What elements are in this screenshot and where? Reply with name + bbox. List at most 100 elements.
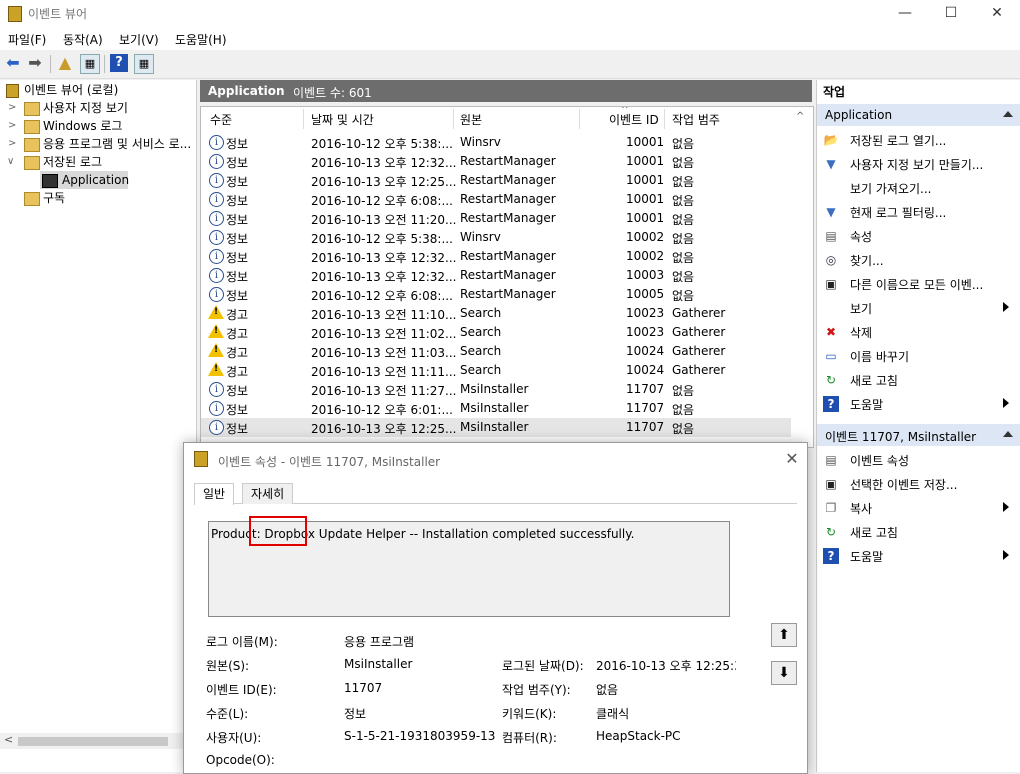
event-row[interactable]: ! 경고 2016-10-13 오전 11:02... Search 10023 Gath… <box>201 323 791 342</box>
category-cell: 없음 <box>672 232 695 246</box>
event-list-vertical-scrollbar[interactable]: ^ <box>791 107 811 447</box>
collapse-icon[interactable] <box>1003 431 1013 437</box>
action-item[interactable]: ◎ 찾기... <box>817 248 1020 272</box>
up-folder-icon[interactable]: ▲ <box>56 54 74 72</box>
event-row[interactable]: i 정보 2016-10-12 오후 6:08:... RestartManager 1… <box>201 190 791 209</box>
action-item[interactable]: 보기 가져오기... <box>817 176 1020 200</box>
minimize-button[interactable]: — <box>882 0 928 26</box>
event-row[interactable]: i 정보 2016-10-13 오후 12:32... RestartManager 1… <box>201 152 791 171</box>
tab-general[interactable]: 일반 <box>194 483 235 505</box>
action-label: 찾기... <box>850 254 884 268</box>
column-separator[interactable] <box>664 109 665 129</box>
event-row[interactable]: i 정보 2016-10-13 오후 12:32... RestartManager 1… <box>201 247 791 266</box>
event-row[interactable]: i 정보 2016-10-13 오후 12:25... RestartManager 1… <box>201 171 791 190</box>
forward-arrow-icon[interactable]: ➡ <box>26 54 44 72</box>
tree-item-event-viewer-local[interactable]: 이벤트 뷰어 (로컬) <box>0 81 196 99</box>
category-cell: 없음 <box>672 194 695 208</box>
action-item[interactable]: ▼ 현재 로그 필터링... <box>817 200 1020 224</box>
scroll-left-icon[interactable]: < <box>4 733 13 746</box>
back-arrow-icon[interactable]: ⬅ <box>4 54 22 72</box>
logged-label: 로그된 날짜(D): <box>502 659 584 673</box>
event-row[interactable]: i 정보 2016-10-13 오전 11:20... RestartManager 1… <box>201 209 791 228</box>
action-item[interactable]: ▤ 속성 <box>817 224 1020 248</box>
action-item[interactable]: ✖ 삭제 <box>817 320 1020 344</box>
action-item[interactable]: 보기 <box>817 296 1020 320</box>
chevron-right-icon[interactable]: > <box>8 117 18 135</box>
column-header-date[interactable]: 날짜 및 시간 <box>311 109 374 131</box>
column-header-level[interactable]: 수준 <box>210 109 232 131</box>
column-header-source[interactable]: 원본 <box>460 109 482 131</box>
action-label: 이벤트 속성 <box>850 454 910 468</box>
action-item[interactable]: ▼ 사용자 지정 보기 만들기... <box>817 152 1020 176</box>
event-row[interactable]: i 정보 2016-10-12 오후 6:08:... RestartManager 1… <box>201 285 791 304</box>
event-row[interactable]: ! 경고 2016-10-13 오전 11:03... Search 10024 Gath… <box>201 342 791 361</box>
tree-item-apps-services-logs[interactable]: > 응용 프로그램 및 서비스 로... <box>0 135 196 153</box>
tab-details[interactable]: 자세히 <box>242 483 294 504</box>
column-separator[interactable] <box>579 109 580 129</box>
actions-section-header[interactable]: Application <box>817 104 1020 126</box>
next-event-button[interactable]: ⬇ <box>771 661 797 685</box>
tree-item-application[interactable]: Application <box>40 171 129 189</box>
help-icon[interactable]: ? <box>110 54 128 72</box>
action-label: 속성 <box>850 230 873 244</box>
scrollbar-thumb[interactable] <box>18 737 168 746</box>
column-header-category[interactable]: 작업 범주 <box>672 109 720 131</box>
previous-event-button[interactable]: ⬆ <box>771 623 797 647</box>
event-row[interactable]: i 정보 2016-10-13 오전 11:27... MsiInstaller 117… <box>201 380 791 399</box>
column-separator[interactable] <box>453 109 454 129</box>
actions-list: Application 📂 저장된 로그 열기... ▼ 사용자 지정 보기 만들기..… <box>817 104 1020 664</box>
close-button[interactable]: ✕ <box>974 0 1020 26</box>
level-cell: 경고 <box>226 346 249 360</box>
chevron-down-icon[interactable]: ∨ <box>7 153 17 171</box>
tree-item-saved-logs[interactable]: ∨ 저장된 로그 <box>0 153 196 171</box>
tree-item-subscriptions[interactable]: 구독 <box>0 189 196 207</box>
chevron-right-icon[interactable]: > <box>8 135 18 153</box>
action-item[interactable]: ❐ 복사 <box>817 496 1020 520</box>
menu-file[interactable]: 파일(F) <box>8 31 46 48</box>
level-cell: 정보 <box>226 422 249 436</box>
menu-view[interactable]: 보기(V) <box>119 31 159 48</box>
log-name: Application <box>208 84 285 98</box>
event-id-cell: 10001 <box>626 173 665 187</box>
action-item[interactable]: ▤ 이벤트 속성 <box>817 448 1020 472</box>
event-row[interactable]: ! 경고 2016-10-13 오전 11:11... Search 10024 Gath… <box>201 361 791 380</box>
action-item[interactable]: ? 도움말 <box>817 544 1020 568</box>
submenu-arrow-icon <box>1003 502 1009 512</box>
toolbar-divider <box>50 55 51 73</box>
action-item[interactable]: ▣ 다른 이름으로 모든 이벤... <box>817 272 1020 296</box>
menu-help[interactable]: 도움말(H) <box>175 31 227 48</box>
action-item[interactable]: ↻ 새로 고침 <box>817 368 1020 392</box>
event-id-cell: 10001 <box>626 154 665 168</box>
category-cell: 없음 <box>672 251 695 265</box>
log-name-value: 응용 프로그램 <box>344 635 415 649</box>
action-item[interactable]: ▭ 이름 바꾸기 <box>817 344 1020 368</box>
actions-section-header[interactable]: 이벤트 11707, MsiInstaller <box>817 424 1020 446</box>
menu-action[interactable]: 동작(A) <box>63 31 103 48</box>
event-row[interactable]: i 정보 2016-10-12 오후 6:01:... MsiInstaller 117… <box>201 399 791 418</box>
action-item[interactable]: 📂 저장된 로그 열기... <box>817 128 1020 152</box>
action-item[interactable]: ? 도움말 <box>817 392 1020 416</box>
console-tree-icon[interactable]: ▦ <box>80 54 100 74</box>
action-item[interactable]: ▣ 선택한 이벤트 저장... <box>817 472 1020 496</box>
level-cell: 정보 <box>226 251 249 265</box>
dialog-close-button[interactable]: ✕ <box>782 449 802 469</box>
event-row[interactable]: i 정보 2016-10-12 오후 5:38:... Winsrv 10001 없음 <box>201 133 791 152</box>
scroll-up-icon[interactable]: ^ <box>796 111 804 122</box>
tree-horizontal-scrollbar[interactable]: < <box>0 733 196 749</box>
action-label: 저장된 로그 열기... <box>850 134 947 148</box>
event-row[interactable]: ! 경고 2016-10-13 오전 11:10... Search 10023 Gath… <box>201 304 791 323</box>
event-row[interactable]: i 정보 2016-10-13 오후 12:25... MsiInstaller 117… <box>201 418 791 437</box>
chevron-right-icon[interactable]: > <box>8 99 18 117</box>
event-row[interactable]: i 정보 2016-10-12 오후 5:38:... Winsrv 10002 없음 <box>201 228 791 247</box>
tree-item-windows-logs[interactable]: > Windows 로그 <box>0 117 196 135</box>
source-cell: RestartManager <box>460 268 556 282</box>
tree-item-custom-views[interactable]: > 사용자 지정 보기 <box>0 99 196 117</box>
column-separator[interactable] <box>303 109 304 129</box>
column-header-event-id[interactable]: 이벤트 ID <box>609 109 659 131</box>
action-item[interactable]: ↻ 새로 고침 <box>817 520 1020 544</box>
action-pane-icon[interactable]: ▦ <box>134 54 154 74</box>
event-row[interactable]: i 정보 2016-10-13 오후 12:32... RestartManager 1… <box>201 266 791 285</box>
maximize-button[interactable]: ☐ <box>928 0 974 26</box>
collapse-icon[interactable] <box>1003 111 1013 117</box>
source-cell: MsiInstaller <box>460 401 529 415</box>
